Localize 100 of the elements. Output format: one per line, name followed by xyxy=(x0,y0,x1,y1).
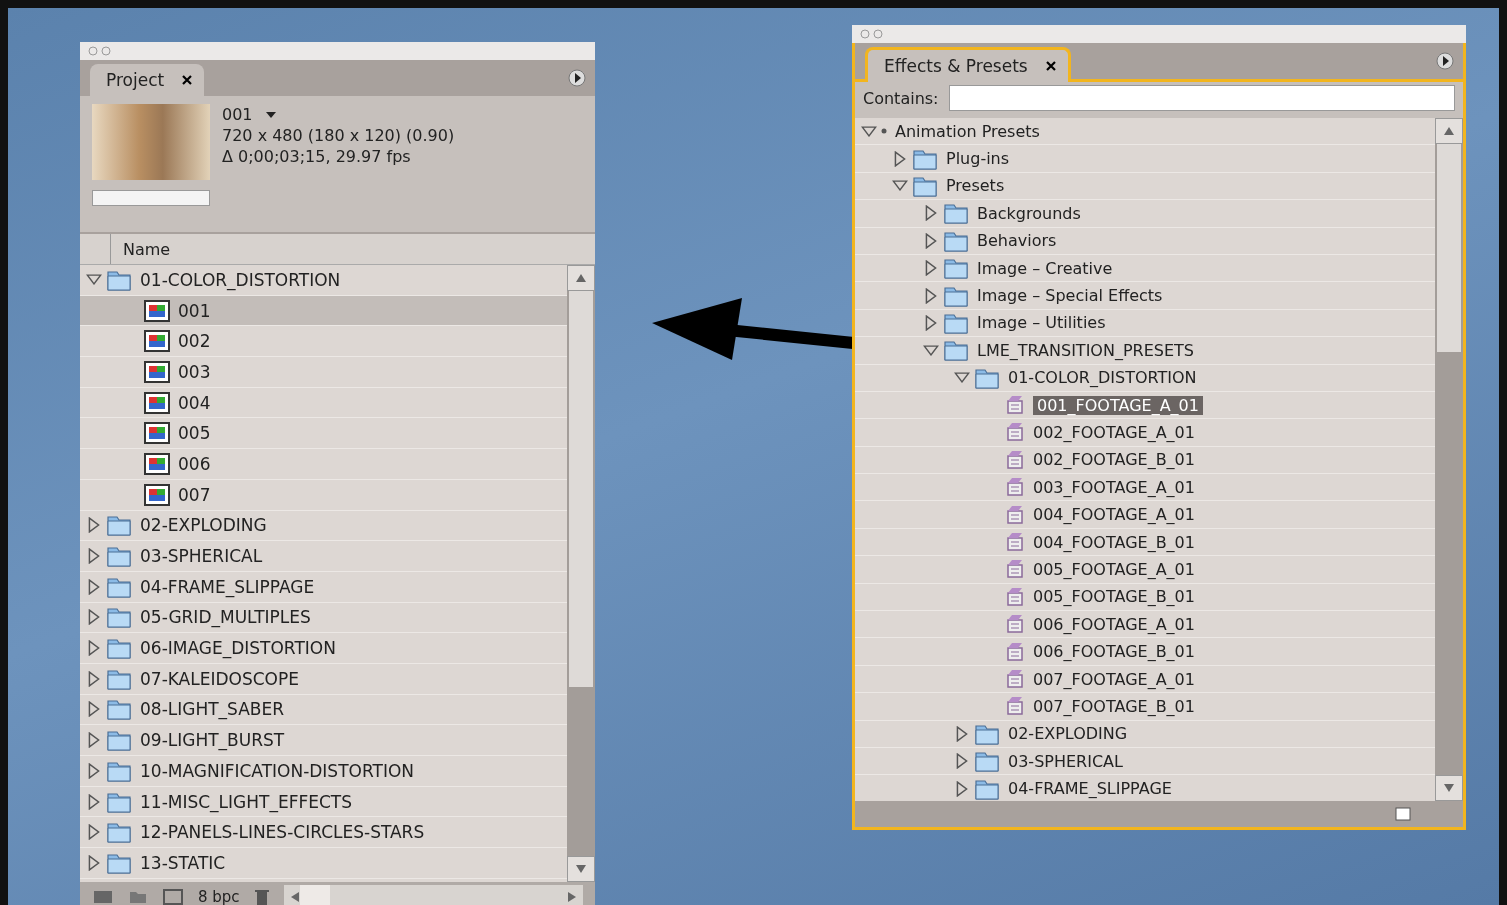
collapsed-triangle-icon[interactable] xyxy=(954,725,970,742)
preset-tree-item[interactable]: Animation Presets xyxy=(855,118,1435,146)
panel-menu-icon[interactable] xyxy=(567,68,587,88)
project-item[interactable]: 08-LIGHT_SABER xyxy=(80,694,567,726)
collapsed-triangle-icon[interactable] xyxy=(923,287,939,304)
collapsed-triangle-icon[interactable] xyxy=(86,701,102,718)
collapsed-triangle-icon[interactable] xyxy=(86,517,102,534)
project-item[interactable]: 04-FRAME_SLIPPAGE xyxy=(80,571,567,603)
collapsed-triangle-icon[interactable] xyxy=(86,854,102,871)
collapsed-triangle-icon[interactable] xyxy=(923,205,939,222)
dropdown-caret-icon[interactable] xyxy=(264,110,277,119)
project-item[interactable]: 007 xyxy=(80,479,567,511)
project-item[interactable]: 02-EXPLODING xyxy=(80,510,567,542)
project-item[interactable]: 03-SPHERICAL xyxy=(80,541,567,572)
preset-icon xyxy=(1005,449,1025,470)
collapsed-triangle-icon[interactable] xyxy=(86,640,102,657)
preset-tree-item[interactable]: 001_FOOTAGE_A_01 xyxy=(855,391,1435,420)
collapsed-triangle-icon[interactable] xyxy=(86,824,102,841)
scroll-right-arrow-icon[interactable] xyxy=(567,891,577,903)
preset-tree-item[interactable]: LME_TRANSITION_PRESETS xyxy=(855,337,1435,365)
collapsed-triangle-icon[interactable] xyxy=(954,753,970,770)
scroll-left-arrow-icon[interactable] xyxy=(289,891,300,903)
preset-tree-item[interactable]: Image – Utilities xyxy=(855,309,1435,338)
project-item[interactable]: 004 xyxy=(80,387,567,419)
project-tab[interactable]: Project xyxy=(90,64,205,96)
scroll-down-arrow-icon[interactable] xyxy=(1443,783,1455,793)
search-field[interactable] xyxy=(948,85,1455,111)
close-icon[interactable] xyxy=(1045,61,1056,71)
project-item[interactable]: 01-COLOR_DISTORTION xyxy=(80,265,567,296)
project-item[interactable]: 07-KALEIDOSCOPE xyxy=(80,663,567,695)
close-icon[interactable] xyxy=(182,75,193,85)
collapsed-triangle-icon[interactable] xyxy=(86,578,102,595)
project-item[interactable]: 13-STATIC xyxy=(80,848,567,879)
collapsed-triangle-icon[interactable] xyxy=(86,609,102,626)
contains-label: Contains: xyxy=(863,88,939,108)
preset-tree-item[interactable]: 03-SPHERICAL xyxy=(855,748,1435,776)
preset-tree-item[interactable]: Image – Creative xyxy=(855,254,1435,283)
collapsed-triangle-icon[interactable] xyxy=(86,670,102,687)
preset-tree-item[interactable]: 004_FOOTAGE_B_01 xyxy=(855,528,1435,557)
collapsed-triangle-icon[interactable] xyxy=(954,780,970,797)
project-item[interactable]: 05-GRID_MULTIPLES xyxy=(80,602,567,634)
preset-tree-item[interactable]: Behaviors xyxy=(855,227,1435,255)
preset-tree-item[interactable]: 004_FOOTAGE_A_01 xyxy=(855,501,1435,529)
preset-tree-item[interactable]: Presets xyxy=(855,172,1435,201)
collapsed-triangle-icon[interactable] xyxy=(923,314,939,331)
expanded-triangle-icon[interactable] xyxy=(892,180,908,192)
collapsed-triangle-icon[interactable] xyxy=(86,548,102,565)
scrollbar-thumb[interactable] xyxy=(299,885,330,905)
collapsed-triangle-icon[interactable] xyxy=(86,762,102,779)
trash-icon[interactable] xyxy=(253,888,270,905)
preset-tree-item[interactable]: 01-COLOR_DISTORTION xyxy=(855,364,1435,392)
scroll-down-arrow-icon[interactable] xyxy=(575,864,587,874)
project-item[interactable]: 006 xyxy=(80,449,567,480)
preset-icon xyxy=(1005,559,1025,580)
project-item[interactable]: 10-MAGNIFICATION-DISTORTION xyxy=(80,756,567,787)
preset-tree-item[interactable]: 002_FOOTAGE_A_01 xyxy=(855,419,1435,447)
collapsed-triangle-icon[interactable] xyxy=(86,732,102,749)
preset-tree-item[interactable]: 006_FOOTAGE_A_01 xyxy=(855,611,1435,639)
vertical-scrollbar[interactable] xyxy=(1435,118,1463,801)
collapsed-triangle-icon[interactable] xyxy=(86,793,102,810)
project-item[interactable]: 06-IMAGE_DISTORTION xyxy=(80,633,567,664)
preset-icon xyxy=(1005,477,1025,498)
expanded-triangle-icon[interactable] xyxy=(861,125,877,137)
vertical-scrollbar[interactable] xyxy=(567,265,595,882)
project-item[interactable]: 001 xyxy=(80,295,567,327)
preset-tree-item[interactable]: 007_FOOTAGE_B_01 xyxy=(855,693,1435,721)
project-item[interactable]: 11-MISC_LIGHT_EFFECTS xyxy=(80,786,567,818)
project-item[interactable]: 002 xyxy=(80,326,567,358)
preset-tree-item[interactable]: 02-EXPLODING xyxy=(855,720,1435,748)
project-item[interactable]: 12-PANELS-LINES-CIRCLES-STARS xyxy=(80,817,567,849)
footage-duration: Δ 0;00;03;15, 29.97 fps xyxy=(222,146,412,167)
preset-tree-item[interactable]: 003_FOOTAGE_A_01 xyxy=(855,474,1435,502)
folder-icon xyxy=(943,338,969,363)
project-item[interactable]: 09-LIGHT_BURST xyxy=(80,725,567,756)
collapsed-triangle-icon[interactable] xyxy=(892,150,908,167)
preset-tree-item[interactable]: 002_FOOTAGE_B_01 xyxy=(855,446,1435,475)
resize-icon[interactable] xyxy=(1395,807,1411,821)
effects-presets-tab[interactable]: Effects & Presets xyxy=(865,47,1071,82)
preset-tree-item[interactable]: 005_FOOTAGE_B_01 xyxy=(855,583,1435,612)
preset-tree-item[interactable]: 006_FOOTAGE_B_01 xyxy=(855,638,1435,666)
horizontal-scrollbar[interactable] xyxy=(283,885,583,905)
project-item[interactable]: 005 xyxy=(80,418,567,450)
scroll-up-arrow-icon[interactable] xyxy=(1443,126,1455,136)
expanded-triangle-icon[interactable] xyxy=(923,344,939,356)
preset-tree-item[interactable]: 005_FOOTAGE_A_01 xyxy=(855,556,1435,584)
bit-depth-button[interactable]: 8 bpc xyxy=(198,888,240,905)
collapsed-triangle-icon[interactable] xyxy=(923,232,939,249)
new-composition-icon[interactable] xyxy=(162,888,184,905)
expanded-triangle-icon[interactable] xyxy=(86,274,102,286)
project-item[interactable]: 003 xyxy=(80,357,567,388)
panel-menu-icon[interactable] xyxy=(1435,51,1455,71)
collapsed-triangle-icon[interactable] xyxy=(923,260,939,277)
preset-tree-item[interactable]: 007_FOOTAGE_A_01 xyxy=(855,665,1435,694)
preset-tree-item[interactable]: Plug-ins xyxy=(855,145,1435,173)
name-column-header[interactable]: Name xyxy=(123,239,171,259)
scroll-up-arrow-icon[interactable] xyxy=(575,273,587,283)
interpret-footage-icon[interactable] xyxy=(92,888,114,905)
preset-tree-item[interactable]: Backgrounds xyxy=(855,200,1435,228)
preset-tree-item[interactable]: Image – Special Effects xyxy=(855,282,1435,310)
expanded-triangle-icon[interactable] xyxy=(954,372,970,384)
